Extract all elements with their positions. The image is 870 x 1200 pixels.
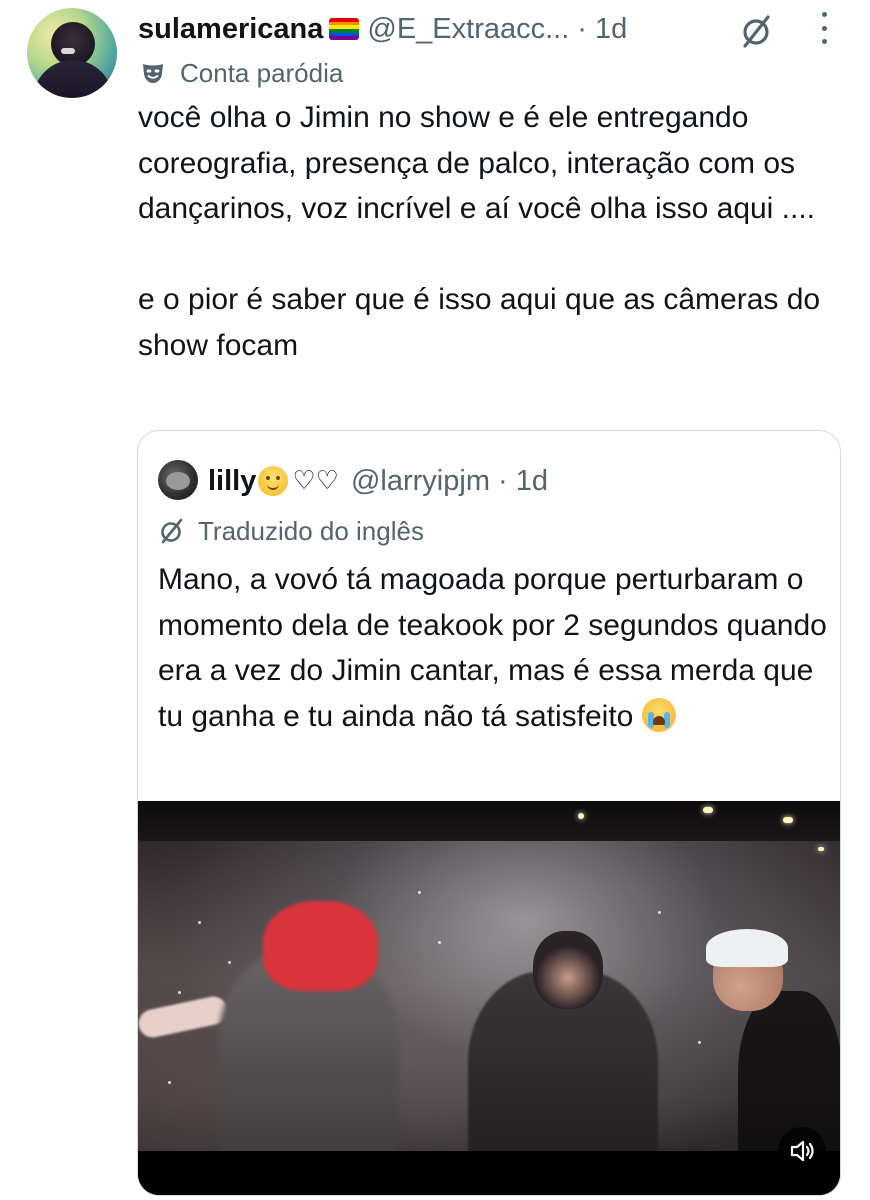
tweet[interactable]: sulamericana @E_Extraacc... · 1d Conta p… <box>0 0 870 1200</box>
author-handle[interactable]: @E_Extraacc... <box>367 13 569 46</box>
confetti <box>658 911 661 914</box>
more-icon[interactable] <box>818 12 830 44</box>
confetti <box>228 961 231 964</box>
grok-translate-icon <box>161 518 183 544</box>
quoted-author-avatar[interactable] <box>158 460 198 500</box>
grok-icon[interactable] <box>738 12 776 50</box>
parody-mask-icon <box>143 64 163 83</box>
quoted-author-display-name[interactable]: lilly <box>208 465 256 498</box>
performer-white-cap <box>706 929 788 967</box>
confetti <box>168 1081 171 1084</box>
stage-ceiling <box>138 801 840 841</box>
quoted-author-handle[interactable]: @larryipjm <box>351 465 490 498</box>
confetti <box>438 941 441 944</box>
quoted-tweet-header: lilly ♡♡ @larryipjm · 1d <box>208 459 548 503</box>
dancer-red-hood <box>263 901 378 991</box>
translation-label: Traduzido do inglês <box>198 515 424 546</box>
tweet-text: você olha o Jimin no show e é ele entreg… <box>138 101 821 362</box>
rainbow-flag-icon <box>329 18 360 40</box>
mute-button[interactable] <box>778 1127 826 1175</box>
loudly-crying-face-icon <box>641 697 676 732</box>
confetti <box>698 1041 701 1044</box>
stage-light <box>703 807 713 813</box>
parody-label: Conta paródia <box>180 57 344 88</box>
post-time[interactable]: · 1d <box>577 13 627 46</box>
stage-light <box>783 817 793 823</box>
avatar-mic <box>61 48 75 54</box>
quoted-tweet-text: Mano, a vovó tá magoada porque perturbar… <box>158 557 828 739</box>
confetti <box>418 891 421 894</box>
video-player[interactable] <box>138 801 840 1195</box>
confetti <box>178 991 181 994</box>
stage-light <box>578 813 584 819</box>
author-avatar[interactable] <box>27 8 117 98</box>
translation-note[interactable]: Traduzido do inglês <box>158 513 424 549</box>
quoted-tweet[interactable]: lilly ♡♡ @larryipjm · 1d Traduzido do in… <box>137 430 841 1196</box>
avatar-shoulders <box>33 60 113 98</box>
quoted-post-time[interactable]: · 1d <box>498 465 548 498</box>
speaker-muted-icon <box>790 1140 814 1162</box>
tweet-header: sulamericana @E_Extraacc... · 1d <box>138 6 627 52</box>
melting-face-icon <box>258 466 289 496</box>
singer-head <box>533 931 603 1009</box>
video-bottom-bar <box>138 1151 840 1195</box>
quoted-author-hearts: ♡♡ <box>292 466 339 496</box>
confetti <box>198 921 201 924</box>
author-display-name[interactable]: sulamericana <box>138 13 323 46</box>
quoted-text-body: Mano, a vovó tá magoada porque perturbar… <box>158 563 827 733</box>
stage-light <box>818 847 824 851</box>
parody-badge: Conta paródia <box>140 56 343 90</box>
